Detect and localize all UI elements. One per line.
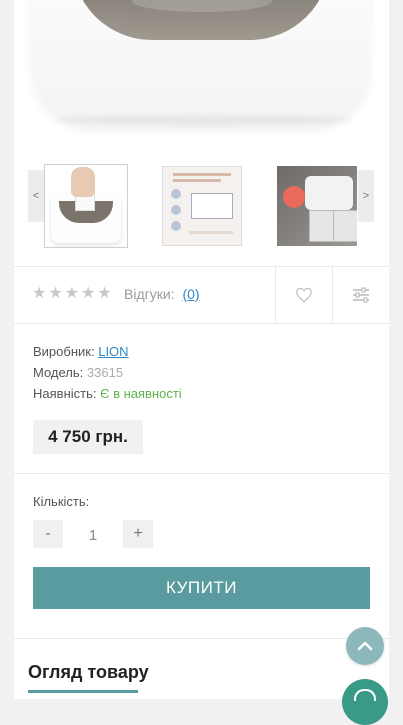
overview-tab-title[interactable]: Огляд товару bbox=[28, 662, 149, 683]
chat-icon bbox=[354, 689, 376, 701]
compare-button[interactable] bbox=[332, 267, 389, 323]
quantity-input[interactable] bbox=[63, 520, 123, 550]
rating-row: ★ ★ ★ ★ ★ Відгуки: (0) bbox=[14, 266, 389, 324]
buy-button[interactable]: КУПИТИ bbox=[33, 567, 370, 609]
infographic-box bbox=[191, 193, 233, 219]
reviews-count-link[interactable]: (0) bbox=[182, 286, 199, 302]
thumbnail-2[interactable] bbox=[160, 164, 242, 246]
infographic-dot bbox=[171, 189, 181, 199]
thumb-hand bbox=[71, 167, 95, 197]
thumbnail-carousel: < > bbox=[14, 158, 389, 250]
quantity-label: Кількість: bbox=[33, 494, 90, 509]
quantity-stepper: - + bbox=[33, 520, 153, 550]
infographic-line bbox=[173, 173, 231, 176]
infographic-line bbox=[189, 231, 233, 234]
thumb-device-light bbox=[305, 176, 353, 210]
overview-tab-underline bbox=[28, 690, 138, 693]
thumb-infographic bbox=[162, 166, 242, 246]
star-icon: ★ bbox=[48, 285, 63, 302]
product-info: Виробник: LION Модель: 33615 Наявність: … bbox=[33, 341, 182, 404]
chevron-up-icon bbox=[357, 641, 373, 651]
infographic-line bbox=[173, 179, 221, 182]
model-row: Модель: 33615 bbox=[33, 362, 182, 383]
main-product-image[interactable] bbox=[14, 0, 389, 140]
thumbnail-3[interactable] bbox=[275, 164, 357, 246]
wishlist-button[interactable] bbox=[275, 267, 332, 323]
heart-icon bbox=[296, 287, 312, 303]
sliders-icon bbox=[353, 287, 369, 303]
price: 4 750 грн. bbox=[33, 420, 143, 454]
rating-stars[interactable]: ★ ★ ★ ★ ★ bbox=[32, 285, 112, 303]
thumb-wipes-pack bbox=[333, 210, 357, 242]
infographic-dot bbox=[171, 221, 181, 231]
carousel-prev-button[interactable]: < bbox=[28, 170, 44, 222]
thumb-badge bbox=[283, 186, 305, 208]
divider bbox=[14, 638, 389, 639]
availability-label: Наявність: bbox=[33, 386, 97, 401]
model-value: 33615 bbox=[86, 365, 124, 380]
thumbnail-1[interactable] bbox=[44, 164, 128, 248]
product-shadow bbox=[54, 115, 354, 125]
quantity-plus-button[interactable]: + bbox=[123, 520, 153, 548]
product-card: < > ★ ★ ★ ★ ★ Відгуки: (0) Виробник: LIO… bbox=[14, 0, 389, 699]
star-icon: ★ bbox=[81, 285, 96, 302]
availability-row: Наявність: Є в наявності bbox=[33, 383, 182, 404]
chat-button[interactable] bbox=[342, 679, 388, 725]
divider bbox=[14, 473, 389, 474]
star-icon: ★ bbox=[97, 285, 112, 302]
star-icon: ★ bbox=[64, 285, 80, 302]
availability-value: Є в наявності bbox=[100, 386, 182, 401]
carousel-next-button[interactable]: > bbox=[358, 170, 374, 222]
manufacturer-link[interactable]: LION bbox=[98, 344, 128, 359]
reviews: Відгуки: (0) bbox=[124, 286, 200, 302]
manufacturer-row: Виробник: LION bbox=[33, 341, 182, 362]
scroll-top-button[interactable] bbox=[346, 627, 384, 665]
star-icon: ★ bbox=[32, 285, 47, 302]
quantity-minus-button[interactable]: - bbox=[33, 520, 63, 548]
model-label: Модель: bbox=[33, 365, 84, 380]
manufacturer-label: Виробник: bbox=[33, 344, 95, 359]
reviews-label: Відгуки: bbox=[124, 286, 175, 302]
infographic-dot bbox=[171, 205, 181, 215]
